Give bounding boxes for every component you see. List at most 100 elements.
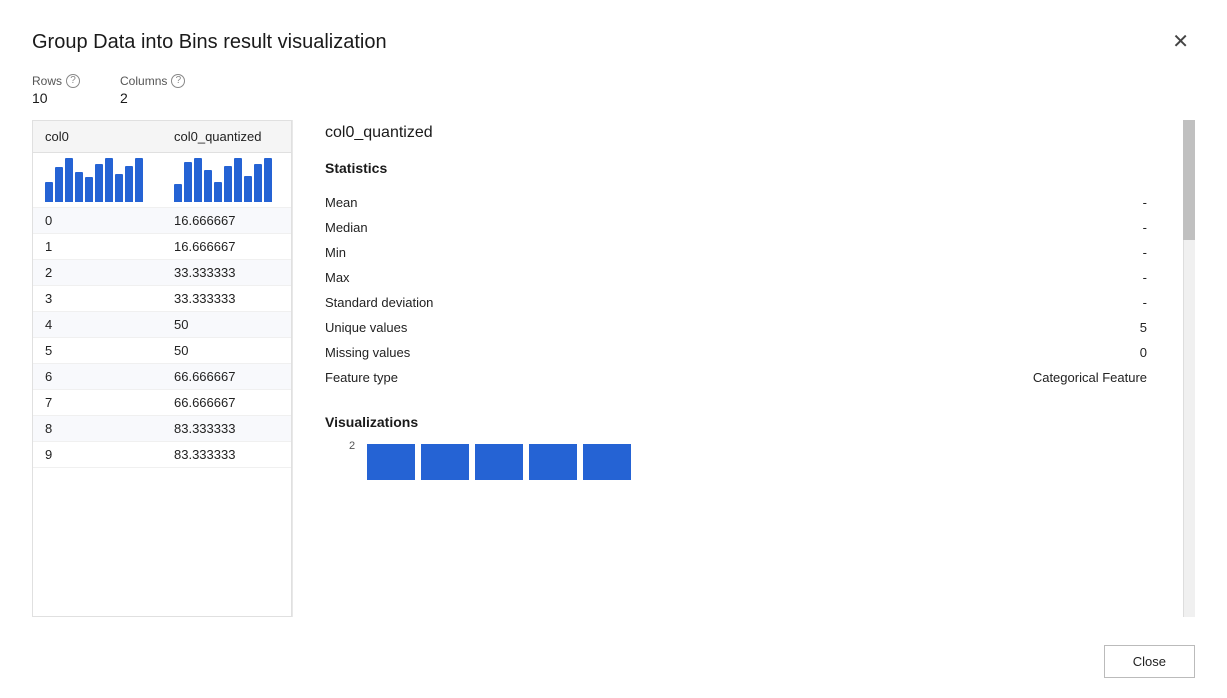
table-cell-index: 9	[33, 442, 162, 468]
stats-grid: Mean-Median-Min-Max-Standard deviation-U…	[325, 190, 1187, 390]
stat-label: Min	[325, 240, 1033, 265]
table-row: 333.333333	[33, 286, 291, 312]
stat-value: -	[1033, 215, 1187, 240]
col1-header: col0_quantized	[162, 121, 291, 153]
table-cell-value: 83.333333	[162, 416, 291, 442]
table-cell-value: 66.666667	[162, 390, 291, 416]
table-cell-index: 8	[33, 416, 162, 442]
table-cell-value: 33.333333	[162, 286, 291, 312]
chart-bar	[529, 444, 577, 480]
table-cell-value: 33.333333	[162, 260, 291, 286]
sparkbar-item	[184, 162, 192, 202]
table-row: 233.333333	[33, 260, 291, 286]
table-cell-index: 1	[33, 234, 162, 260]
table-cell-index: 6	[33, 364, 162, 390]
table-cell-value: 83.333333	[162, 442, 291, 468]
columns-value: 2	[120, 90, 185, 106]
table-cell-value: 50	[162, 312, 291, 338]
stat-value: -	[1033, 290, 1187, 315]
visualizations-section-title: Visualizations	[325, 414, 1187, 430]
sparkbar-item	[115, 174, 123, 202]
sparkbar-item	[75, 172, 83, 202]
table-row: 883.333333	[33, 416, 291, 442]
table-cell-index: 7	[33, 390, 162, 416]
rows-meta: Rows ? 10	[32, 74, 80, 106]
chart-y-label: 2	[349, 440, 355, 452]
sparkbar-row	[33, 153, 291, 208]
sparkbar-item	[55, 167, 63, 202]
close-icon: ✕	[1172, 31, 1189, 53]
table-row: 450	[33, 312, 291, 338]
stat-value: 0	[1033, 340, 1187, 365]
sparkbar-item	[194, 158, 202, 202]
stat-value: 5	[1033, 315, 1187, 340]
stat-value: -	[1033, 190, 1187, 215]
sparkbar-item	[95, 164, 103, 202]
sparkbar-item	[105, 158, 113, 202]
rows-help-icon[interactable]: ?	[66, 74, 80, 88]
table-row: 016.666667	[33, 208, 291, 234]
table-cell-index: 2	[33, 260, 162, 286]
sparkbar-item	[45, 182, 53, 202]
chart-bar	[367, 444, 415, 480]
sparkbar-item	[214, 182, 222, 202]
sparkbar-item	[254, 164, 262, 202]
statistics-section-title: Statistics	[325, 160, 1187, 176]
chart-bar	[475, 444, 523, 480]
spark-cell-col1	[162, 153, 291, 208]
sparkbar-item	[174, 184, 182, 202]
stat-label: Max	[325, 265, 1033, 290]
table-row: 550	[33, 338, 291, 364]
stat-label: Missing values	[325, 340, 1033, 365]
table-cell-value: 66.666667	[162, 364, 291, 390]
left-panel: col0 col0_quantized 016.666667116.666667…	[32, 120, 292, 617]
sparkbar-item	[234, 158, 242, 202]
stat-label: Mean	[325, 190, 1033, 215]
stat-value: -	[1033, 240, 1187, 265]
content-area: col0 col0_quantized 016.666667116.666667…	[32, 120, 1195, 617]
spark-cell-col0	[33, 153, 162, 208]
table-cell-index: 4	[33, 312, 162, 338]
bar-chart: 2	[325, 444, 1187, 484]
meta-row: Rows ? 10 Columns ? 2	[32, 74, 1195, 106]
sparkbar-item	[65, 158, 73, 202]
col0-header: col0	[33, 121, 162, 153]
stat-label: Standard deviation	[325, 290, 1033, 315]
dialog-title: Group Data into Bins result visualizatio…	[32, 31, 387, 54]
table-cell-value: 16.666667	[162, 234, 291, 260]
data-table: col0 col0_quantized 016.666667116.666667…	[33, 121, 291, 468]
table-cell-value: 16.666667	[162, 208, 291, 234]
right-panel: col0_quantized Statistics Mean-Median-Mi…	[292, 120, 1195, 617]
sparkbar-item	[204, 170, 212, 202]
result-dialog: Group Data into Bins result visualizatio…	[0, 0, 1227, 698]
sparkbar-item	[264, 158, 272, 202]
table-row: 116.666667	[33, 234, 291, 260]
scrollbar-thumb[interactable]	[1183, 120, 1195, 240]
close-dialog-button[interactable]: Close	[1104, 645, 1195, 678]
table-row: 766.666667	[33, 390, 291, 416]
table-header-row: col0 col0_quantized	[33, 121, 291, 153]
columns-help-icon[interactable]: ?	[171, 74, 185, 88]
stat-label: Feature type	[325, 365, 1033, 390]
rows-value: 10	[32, 90, 80, 106]
sparkbar-item	[125, 166, 133, 202]
table-cell-index: 0	[33, 208, 162, 234]
sparkbar-item	[85, 177, 93, 202]
chart-bar	[583, 444, 631, 480]
close-icon-button[interactable]: ✕	[1166, 28, 1195, 56]
right-scroll[interactable]: col0_quantized Statistics Mean-Median-Mi…	[325, 120, 1195, 617]
stat-label: Unique values	[325, 315, 1033, 340]
chart-bars-container	[367, 444, 631, 480]
stat-value: Categorical Feature	[1033, 365, 1187, 390]
table-cell-index: 5	[33, 338, 162, 364]
stat-value: -	[1033, 265, 1187, 290]
table-row: 666.666667	[33, 364, 291, 390]
scrollbar-track[interactable]	[1183, 120, 1195, 617]
dialog-header: Group Data into Bins result visualizatio…	[32, 28, 1195, 56]
stat-label: Median	[325, 215, 1033, 240]
dialog-footer: Close	[32, 633, 1195, 678]
table-row: 983.333333	[33, 442, 291, 468]
table-cell-index: 3	[33, 286, 162, 312]
col-title: col0_quantized	[325, 124, 1187, 142]
sparkbar-item	[135, 158, 143, 202]
